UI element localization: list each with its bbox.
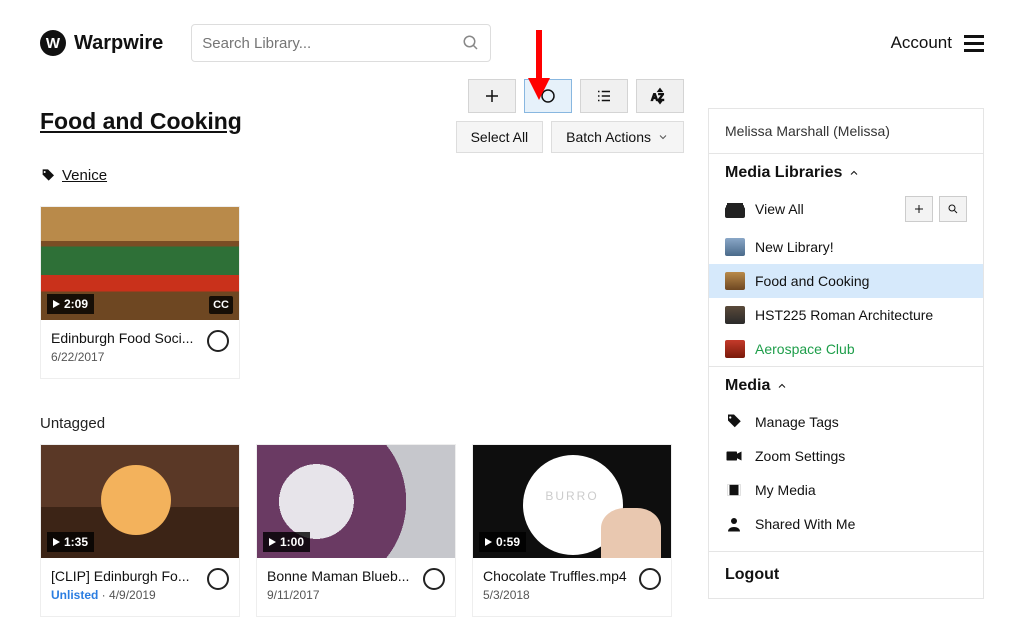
camera-icon [725, 447, 743, 465]
search-box[interactable] [191, 24, 491, 62]
film-icon [725, 481, 743, 499]
main-content: Food and Cooking AZ Select All Batch Act… [40, 74, 684, 617]
library-item[interactable]: HST225 Roman Architecture [709, 298, 983, 332]
account-menu[interactable]: Account [891, 33, 984, 53]
duration-badge: 1:35 [47, 532, 94, 552]
add-button[interactable] [468, 79, 516, 113]
logout-button[interactable]: Logout [709, 552, 983, 598]
tag-filter: Venice [40, 167, 684, 184]
play-icon [269, 538, 276, 546]
media-thumbnail[interactable]: 2:09 CC [41, 207, 239, 320]
library-thumb-icon [725, 340, 745, 358]
play-icon [485, 538, 492, 546]
media-manage-tags[interactable]: Manage Tags [709, 405, 983, 439]
media-thumbnail[interactable]: 1:35 [41, 445, 239, 558]
cc-badge: CC [209, 296, 233, 314]
media-title: [CLIP] Edinburgh Fo... [51, 568, 201, 584]
media-shared-with-me[interactable]: Shared With Me [709, 507, 983, 541]
search-icon [947, 203, 959, 215]
svg-text:AZ: AZ [651, 93, 664, 104]
media-header[interactable]: Media [709, 367, 983, 401]
library-item[interactable]: New Library! [709, 230, 983, 264]
select-all-button[interactable]: Select All [456, 121, 544, 153]
media-title: Chocolate Truffles.mp4 [483, 568, 633, 584]
select-toggle[interactable] [207, 568, 229, 590]
current-user: Melissa Marshall (Melissa) [709, 109, 983, 153]
search-input[interactable] [202, 35, 462, 52]
brand-logo[interactable]: W Warpwire [40, 30, 163, 56]
annotation-arrow-icon [524, 30, 554, 100]
hamburger-icon [964, 35, 984, 52]
library-thumb-icon [725, 238, 745, 256]
sort-button[interactable]: AZ [636, 79, 684, 113]
section-label-untagged: Untagged [40, 415, 684, 432]
plus-icon [913, 203, 925, 215]
select-toggle[interactable] [639, 568, 661, 590]
duration-badge: 1:00 [263, 532, 310, 552]
media-title: Edinburgh Food Soci... [51, 330, 201, 346]
media-thumbnail[interactable]: 0:59 [473, 445, 671, 558]
list-view-button[interactable] [580, 79, 628, 113]
duration-badge: 0:59 [479, 532, 526, 552]
sidebar: Melissa Marshall (Melissa) Media Librari… [708, 108, 984, 599]
library-thumb-icon [725, 272, 745, 290]
media-card[interactable]: 0:59 Chocolate Truffles.mp4 5/3/2018 [472, 444, 672, 617]
play-icon [53, 538, 60, 546]
batch-actions-button[interactable]: Batch Actions [551, 121, 684, 153]
media-list: Manage Tags Zoom Settings My Media Share… [709, 401, 983, 551]
libraries-header[interactable]: Media Libraries [709, 154, 983, 188]
cards-untagged: 1:35 [CLIP] Edinburgh Fo... Unlisted · 4… [40, 444, 684, 617]
media-zoom-settings[interactable]: Zoom Settings [709, 439, 983, 473]
select-toggle[interactable] [207, 330, 229, 352]
select-toggle[interactable] [423, 568, 445, 590]
media-card[interactable]: 1:00 Bonne Maman Blueb... 9/11/2017 [256, 444, 456, 617]
person-icon [725, 515, 743, 533]
media-thumbnail[interactable]: 1:00 [257, 445, 455, 558]
brand-name: Warpwire [74, 32, 163, 55]
media-my-media[interactable]: My Media [709, 473, 983, 507]
media-card[interactable]: 1:35 [CLIP] Edinburgh Fo... Unlisted · 4… [40, 444, 240, 617]
media-date: 6/22/2017 [51, 350, 229, 364]
tag-icon [725, 413, 743, 431]
sort-az-icon: AZ [649, 87, 671, 105]
library-item-active[interactable]: Food and Cooking [709, 264, 983, 298]
duration-badge: 2:09 [47, 294, 94, 314]
account-label: Account [891, 33, 952, 53]
brand-logo-icon: W [40, 30, 66, 56]
media-title: Bonne Maman Blueb... [267, 568, 417, 584]
libraries-list: View All New Library! Food and Cooking [709, 188, 983, 366]
cards-venice: 2:09 CC Edinburgh Food Soci... 6/22/2017 [40, 206, 684, 379]
tag-link-venice[interactable]: Venice [62, 167, 107, 184]
tag-icon [40, 168, 56, 184]
chevron-up-icon [848, 167, 860, 179]
library-item[interactable]: Aerospace Club [709, 332, 983, 366]
stack-icon [725, 207, 745, 218]
plus-icon [483, 87, 501, 105]
library-view-all[interactable]: View All [709, 188, 983, 230]
play-icon [53, 300, 60, 308]
search-libraries-button[interactable] [939, 196, 967, 222]
add-library-button[interactable] [905, 196, 933, 222]
list-icon [595, 87, 613, 105]
chevron-down-icon [657, 131, 669, 143]
library-thumb-icon [725, 306, 745, 324]
search-icon [462, 34, 480, 52]
app-header: W Warpwire Account [0, 0, 1024, 74]
media-card[interactable]: 2:09 CC Edinburgh Food Soci... 6/22/2017 [40, 206, 240, 379]
chevron-up-icon [776, 380, 788, 392]
